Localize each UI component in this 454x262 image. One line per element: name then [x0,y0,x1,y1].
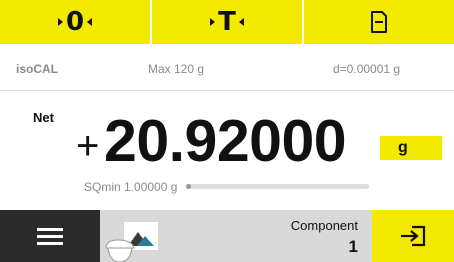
component-label: Component [290,218,358,233]
hamburger-menu-icon [37,224,63,249]
enter-icon [401,225,426,247]
weight-sign: + [76,124,100,168]
zero-button[interactable]: 0 [0,0,152,44]
unit-label: g [398,139,408,156]
divider [0,90,454,91]
readability: d=0.00001 g [333,62,401,76]
right-arrow-icon [210,18,216,26]
zero-label: 0 [65,7,85,37]
max-capacity: Max 120 g [148,62,205,76]
left-arrow-icon [238,18,244,26]
enter-button[interactable] [372,210,454,262]
component-indicator: Component 1 [291,218,358,257]
menu-button[interactable] [0,210,100,262]
weighing-application-icon[interactable] [104,218,168,262]
tare-button[interactable]: T [152,0,304,44]
component-value: 1 [348,237,358,256]
sqmin-progress-fill [186,184,191,189]
balance-info-line: isoCAL Max 120 g d=0.00001 g [0,62,454,78]
calibration-mode: isoCAL [16,62,58,76]
print-button[interactable] [304,0,454,44]
sqmin-progress-bar [186,184,369,189]
net-label: Net [33,110,54,125]
tare-label: T [218,7,236,37]
sqmin-label: SQmin 1.00000 g [84,180,178,194]
weight-value: 20.92000 [104,108,347,174]
top-key-bar: 0 T [0,0,454,44]
document-icon [371,11,387,33]
left-arrow-icon [87,18,93,26]
unit-button[interactable]: g [380,136,442,160]
right-arrow-icon [57,18,63,26]
